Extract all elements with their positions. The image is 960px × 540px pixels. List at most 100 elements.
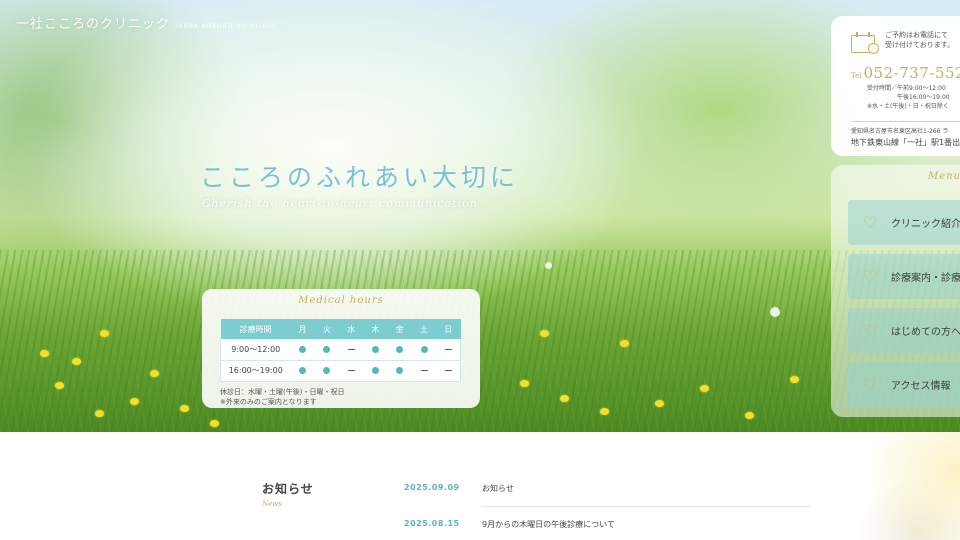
open-dot-icon: [396, 367, 404, 374]
open-dot-icon: [323, 367, 331, 374]
calendar-phone-icon: [851, 32, 879, 54]
reception-hours-line: 受付時間／午前9:00〜12:00: [867, 85, 946, 92]
hours-col-day: 水: [339, 319, 364, 339]
news-item[interactable]: 2025.09.09 お知らせ: [404, 483, 810, 494]
news-date: 2025.09.09: [404, 483, 460, 492]
dandelion-flower: [210, 420, 219, 427]
closed-dash-icon: [420, 370, 428, 371]
dandelion-flower: [600, 408, 609, 415]
news-date: 2025.08.15: [404, 519, 460, 528]
menu-card: Menu ♡ クリニック紹介 ♡ 診療案内・診療 ♡ はじめての方へ ♡ アクセ…: [831, 165, 960, 417]
hours-cell: [290, 360, 315, 382]
closed-dash-icon: [444, 370, 452, 371]
dandelion-flower: [745, 412, 754, 419]
hours-note-outpatient: ※外来のみのご案内となります: [220, 397, 317, 406]
dandelion-flower: [700, 385, 709, 392]
hours-cell: [411, 339, 437, 361]
reception-hours-line: 午後16:00〜19:00: [897, 94, 950, 101]
contact-card: ご予約はお電話にて 受け付けております。 Tel 052-737-5522 受付…: [831, 16, 960, 156]
hours-cell: [290, 339, 315, 361]
reserve-line: ご予約はお電話にて: [885, 31, 948, 39]
hours-row-morning: 9:00〜12:00: [220, 339, 462, 361]
dandelion-flower: [520, 380, 529, 387]
reception-hours-line: ※水・土(午後)・日・祝日除く: [867, 103, 949, 110]
dandelion-flower: [150, 370, 159, 377]
closed-dash-icon: [347, 370, 355, 371]
menu-item-access[interactable]: ♡ アクセス情報: [848, 362, 960, 407]
news-subtitle: News: [262, 500, 282, 508]
hours-cell: [363, 360, 388, 382]
menu-item-clinic-intro[interactable]: ♡ クリニック紹介: [848, 200, 960, 245]
hours-cell: [363, 339, 388, 361]
dandelion-flower: [130, 398, 139, 405]
hero-title: こころのふれあい大切に: [200, 163, 520, 192]
reception-hours: 受付時間／午前9:00〜12:00 午後16:00〜19:00 ※水・土(午後)…: [851, 84, 960, 111]
menu-item-label: はじめての方へ: [891, 327, 960, 338]
open-dot-icon: [420, 345, 428, 353]
news-text: お知らせ: [482, 484, 514, 493]
hours-table: 診療時間 月 火 水 木 金 土 日 9:00〜12:00 16:00〜19:0…: [220, 319, 462, 382]
reserve-line: 受け付けております。: [885, 41, 955, 49]
closed-dash-icon: [444, 348, 452, 350]
hours-header-row: 診療時間 月 火 水 木 金 土 日: [220, 319, 461, 339]
menu-item-label: クリニック紹介: [891, 219, 960, 230]
hours-col-day: 火: [314, 319, 340, 339]
hours-cell: [411, 360, 437, 382]
hours-cell: [387, 360, 412, 382]
dandelion-flower: [40, 350, 49, 357]
menu-item-treatment-info[interactable]: ♡ 診療案内・診療: [848, 254, 960, 299]
news-divider: [482, 506, 810, 507]
hours-cell: [436, 339, 462, 361]
dandelion-flower: [790, 376, 799, 383]
dandelion-puff: [770, 307, 780, 317]
open-dot-icon: [396, 345, 404, 353]
menu-item-label: 診療案内・診療: [891, 273, 960, 284]
dandelion-flower: [180, 405, 189, 412]
phone-link[interactable]: Tel 052-737-5522: [851, 64, 960, 82]
dandelion-flower: [540, 330, 549, 337]
site-logo[interactable]: 一社こころのクリニック ISSHA KOKORO NO CLINIC: [16, 13, 276, 32]
contact-divider: [851, 121, 960, 122]
hours-cell: [339, 339, 364, 361]
open-dot-icon: [299, 345, 307, 353]
medical-hours-card: Medical hours 診療時間 月 火 水 木 金 土 日 9:00〜12…: [202, 289, 480, 408]
dandelion-flower: [560, 395, 569, 402]
open-dot-icon: [323, 345, 331, 353]
dandelion-flower: [72, 358, 81, 365]
news-item[interactable]: 2025.08.15 9月からの木曜日の午後診療について: [404, 519, 810, 530]
dandelion-flower: [95, 410, 104, 417]
decorative-glow: [820, 432, 960, 540]
hours-col-day: 土: [411, 319, 437, 339]
contact-reserve-block: ご予約はお電話にて 受け付けております。: [851, 30, 960, 54]
hours-cell: [436, 360, 462, 382]
menu-item-first-visit[interactable]: ♡ はじめての方へ: [848, 308, 960, 353]
grass-texture: [0, 250, 960, 432]
hours-note-closed-days: 休診日：水曜・土曜(午後)・日曜・祝日: [220, 387, 345, 396]
dandelion-flower: [620, 340, 629, 347]
hours-cell: [339, 360, 364, 382]
menu-heading: Menu: [927, 171, 960, 182]
hours-cell: [314, 339, 340, 361]
hours-row-afternoon: 16:00〜19:00: [220, 360, 462, 382]
open-dot-icon: [371, 345, 379, 353]
logo-main-text: 一社こころのクリニック: [16, 17, 171, 32]
dandelion-flower: [100, 330, 109, 337]
news-text: 9月からの木曜日の午後診療について: [482, 520, 615, 529]
heart-icon: ♡: [863, 267, 878, 286]
news-title: お知らせ: [262, 482, 314, 496]
heart-icon: ♡: [863, 375, 878, 394]
clinic-station: 地下鉄東山線「一社」駅1番出: [851, 138, 960, 147]
dandelion-flower: [655, 400, 664, 407]
contact-reserve-text: ご予約はお電話にて 受け付けております。: [885, 30, 954, 50]
heart-icon: ♡: [863, 321, 878, 340]
hours-cell: [387, 339, 412, 361]
dandelion-flower: [55, 382, 64, 389]
hours-col-day: 金: [387, 319, 412, 339]
hero-banner: [0, 0, 960, 432]
heart-icon: ♡: [863, 213, 878, 232]
menu-item-label: アクセス情報: [891, 381, 951, 392]
hours-heading: Medical hours: [298, 295, 384, 306]
hours-row-label: 9:00〜12:00: [220, 339, 291, 361]
dandelion-puff: [545, 262, 552, 269]
tel-label: Tel: [851, 72, 862, 80]
